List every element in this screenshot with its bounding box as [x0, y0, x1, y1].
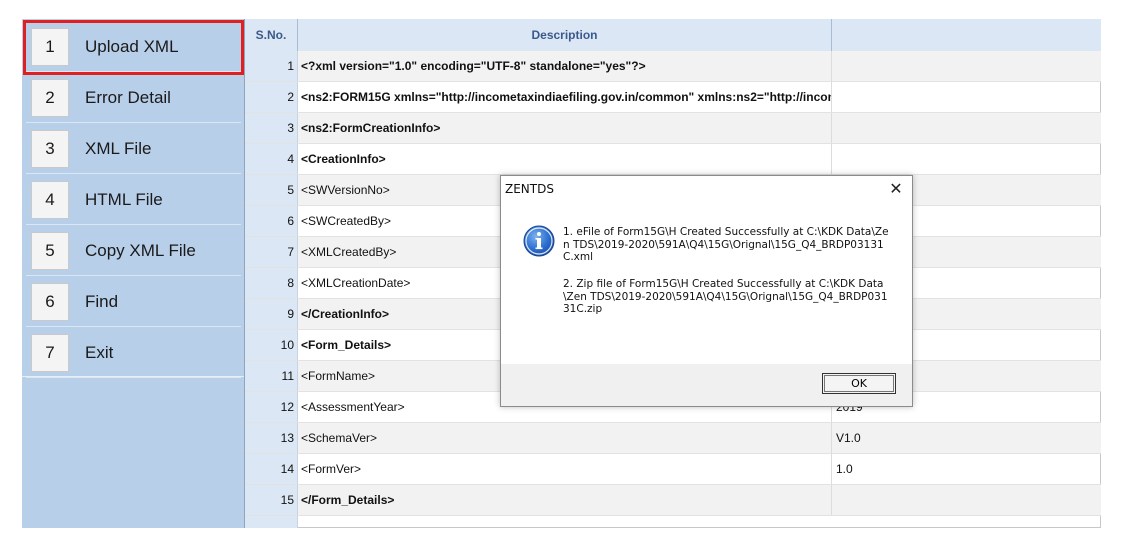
row-value	[832, 144, 1101, 174]
menu-label: XML File	[85, 139, 152, 158]
row-number: 7	[245, 237, 298, 267]
menu-label: Error Detail	[85, 88, 171, 107]
row-number: 12	[245, 392, 298, 422]
row-description: <ns2:FORM15G xmlns="http://incometaxindi…	[298, 82, 832, 112]
row-number: 3	[245, 113, 298, 143]
menu-label: Exit	[85, 343, 114, 362]
menu-number: 3	[31, 130, 69, 168]
menu-item-upload-xml[interactable]: 1 Upload XML	[23, 20, 244, 75]
table-row[interactable]: 3 <ns2:FormCreationInfo>	[245, 113, 1101, 144]
table-row[interactable]: 2 <ns2:FORM15G xmlns="http://incometaxin…	[245, 82, 1101, 113]
row-value	[832, 82, 1101, 112]
row-number: 2	[245, 82, 298, 112]
dialog-message-efile: 1. eFile of Form15G\H Created Successful…	[563, 226, 889, 263]
menu-item-find[interactable]: 6 Find	[26, 278, 241, 327]
table-row[interactable]: 14 <FormVer> 1.0	[245, 454, 1101, 485]
menu-number: 7	[31, 334, 69, 372]
table-row[interactable]: 13 <SchemaVer> V1.0	[245, 423, 1101, 454]
row-number: 6	[245, 206, 298, 236]
menu-label: Find	[85, 292, 119, 311]
row-value	[832, 113, 1101, 143]
row-description: </Form_Details>	[298, 485, 832, 515]
row-value: 1.0	[836, 462, 853, 476]
menu-number: 1	[31, 28, 69, 66]
row-number: 14	[245, 454, 298, 484]
row-value	[832, 485, 1101, 515]
row-description: <FormVer>	[298, 454, 832, 484]
sidebar-divider	[22, 376, 244, 377]
close-icon[interactable]: ✕	[886, 179, 906, 199]
row-number: 1	[245, 51, 298, 81]
row-number: 15	[245, 485, 298, 515]
ok-button[interactable]: OK	[822, 373, 896, 394]
row-number: 9	[245, 299, 298, 329]
menu-item-exit[interactable]: 7 Exit	[26, 329, 241, 378]
menu-label: HTML File	[85, 190, 163, 209]
row-value	[832, 51, 1101, 81]
table-header: S.No. Description	[245, 19, 1101, 52]
column-header-sno[interactable]: S.No.	[245, 19, 298, 51]
message-dialog: ZENTDS ✕ 1. eFile of Form15G\H Created S…	[500, 175, 913, 407]
menu-number: 2	[31, 79, 69, 117]
menu-item-copy-xml-file[interactable]: 5 Copy XML File	[26, 227, 241, 276]
row-description: <CreationInfo>	[298, 144, 832, 174]
table-row[interactable]: 4 <CreationInfo>	[245, 144, 1101, 175]
column-header-value[interactable]	[832, 19, 1101, 51]
row-description: <?xml version="1.0" encoding="UTF-8" sta…	[298, 51, 832, 81]
column-header-description[interactable]: Description	[298, 19, 832, 51]
menu-item-xml-file[interactable]: 3 XML File	[26, 125, 241, 174]
row-description: <SchemaVer>	[298, 423, 832, 453]
row-number: 4	[245, 144, 298, 174]
dialog-title: ZENTDS	[505, 182, 554, 196]
row-number	[245, 516, 298, 528]
menu-label: Copy XML File	[85, 241, 196, 260]
dialog-message-zip: 2. Zip file of Form15G\H Created Success…	[563, 278, 888, 315]
row-number: 8	[245, 268, 298, 298]
row-value: V1.0	[836, 431, 861, 445]
row-number: 5	[245, 175, 298, 205]
row-number: 11	[245, 361, 298, 391]
table-row[interactable]: 1 <?xml version="1.0" encoding="UTF-8" s…	[245, 51, 1101, 82]
dialog-footer: OK	[501, 364, 912, 406]
table-row[interactable]: 15 </Form_Details>	[245, 485, 1101, 516]
info-icon	[523, 225, 555, 257]
table-row[interactable]	[245, 516, 1101, 528]
menu-number: 4	[31, 181, 69, 219]
menu-item-error-detail[interactable]: 2 Error Detail	[26, 74, 241, 123]
menu-item-html-file[interactable]: 4 HTML File	[26, 176, 241, 225]
menu-label: Upload XML	[85, 37, 179, 56]
menu-number: 6	[31, 283, 69, 321]
menu-number: 5	[31, 232, 69, 270]
row-number: 13	[245, 423, 298, 453]
sidebar: 1 Upload XML 2 Error Detail 3 XML File 4…	[22, 19, 245, 528]
row-description: <ns2:FormCreationInfo>	[298, 113, 832, 143]
row-number: 10	[245, 330, 298, 360]
